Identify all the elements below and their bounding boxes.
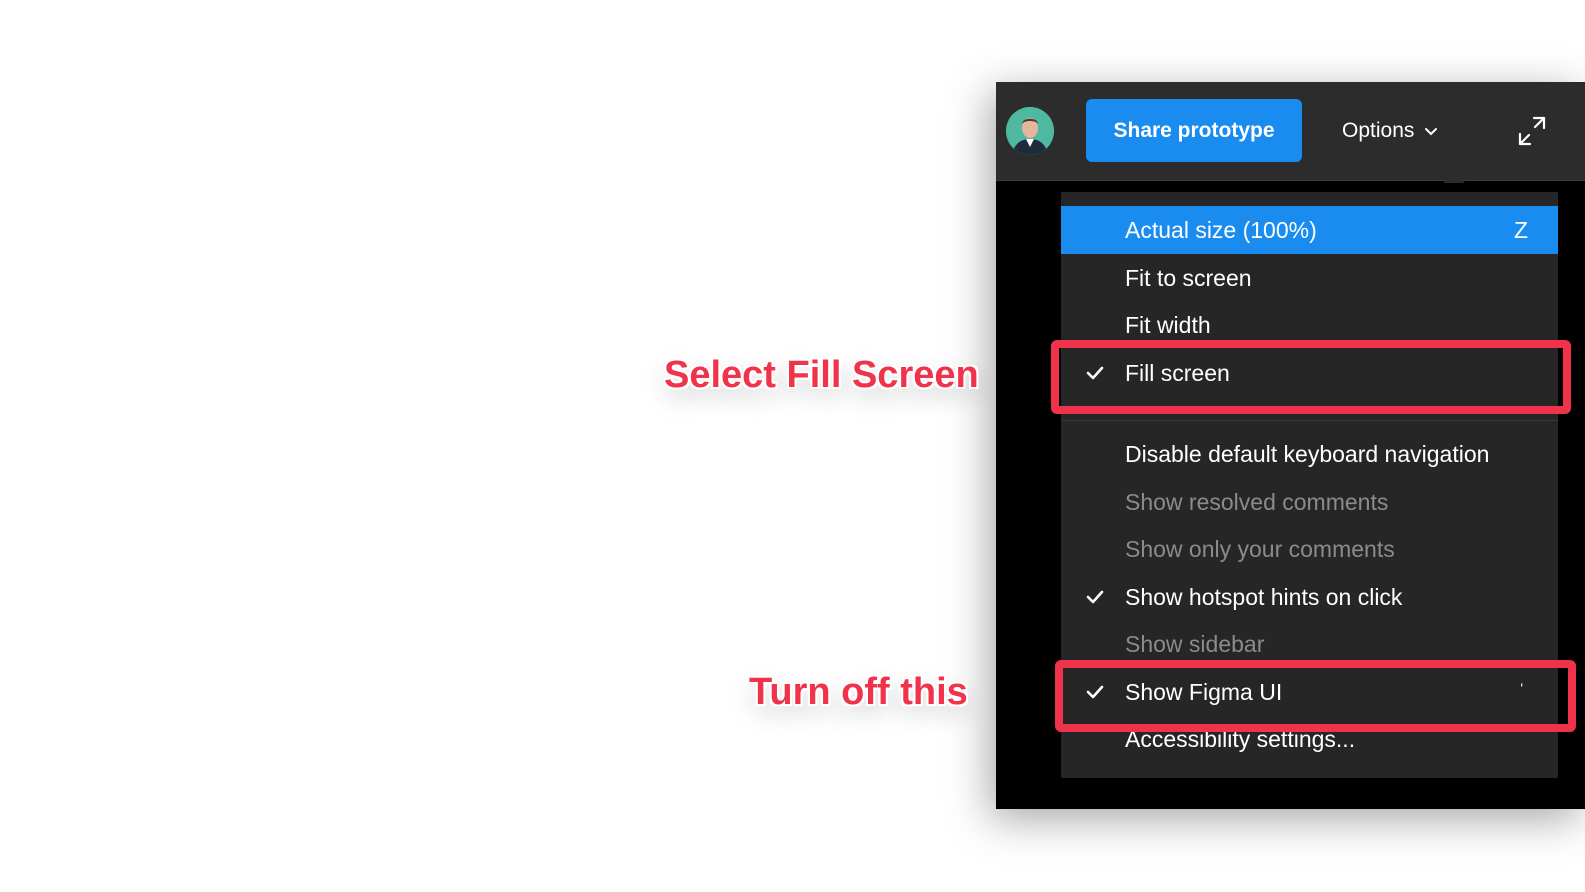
menu-divider <box>1061 420 1558 421</box>
checkmark-icon <box>1085 573 1105 621</box>
options-label: Options <box>1342 118 1415 142</box>
share-prototype-button[interactable]: Share prototype <box>1086 99 1302 162</box>
menu-item-label: Disable default keyboard navigation <box>1125 441 1490 467</box>
menu-item-show-hotspot-hints[interactable]: Show hotspot hints on click <box>1061 573 1558 621</box>
figma-ui-highlight-box <box>1055 660 1576 732</box>
menu-item-shortcut: Z <box>1513 217 1528 243</box>
options-dropdown[interactable]: Options <box>1342 99 1438 162</box>
avatar-icon <box>1006 107 1054 155</box>
chevron-down-icon <box>1425 127 1438 135</box>
prototype-toolbar: Share prototype Options <box>996 82 1585 181</box>
menu-item-label: Show resolved comments <box>1125 489 1389 515</box>
annotation-turn-off-this: Turn off this <box>749 671 968 713</box>
menu-item-label: Show only your comments <box>1125 536 1395 562</box>
menu-item-show-resolved-comments[interactable]: Show resolved comments <box>1061 478 1558 526</box>
menu-item-actual-size[interactable]: Actual size (100%) Z <box>1061 206 1558 254</box>
annotation-select-fill-screen: Select Fill Screen <box>664 354 979 396</box>
menu-item-label: Fit to screen <box>1125 265 1252 291</box>
menu-item-label: Show hotspot hints on click <box>1125 584 1403 610</box>
menu-item-disable-keyboard-navigation[interactable]: Disable default keyboard navigation <box>1061 430 1558 478</box>
menu-item-show-only-your-comments[interactable]: Show only your comments <box>1061 525 1558 573</box>
menu-item-label: Actual size (100%) <box>1125 217 1317 243</box>
fill-screen-highlight-box <box>1051 340 1571 414</box>
menu-caret <box>1443 174 1465 183</box>
expand-icon[interactable] <box>1512 112 1552 152</box>
menu-item-fit-to-screen[interactable]: Fit to screen <box>1061 254 1558 302</box>
user-avatar[interactable] <box>1006 107 1054 155</box>
